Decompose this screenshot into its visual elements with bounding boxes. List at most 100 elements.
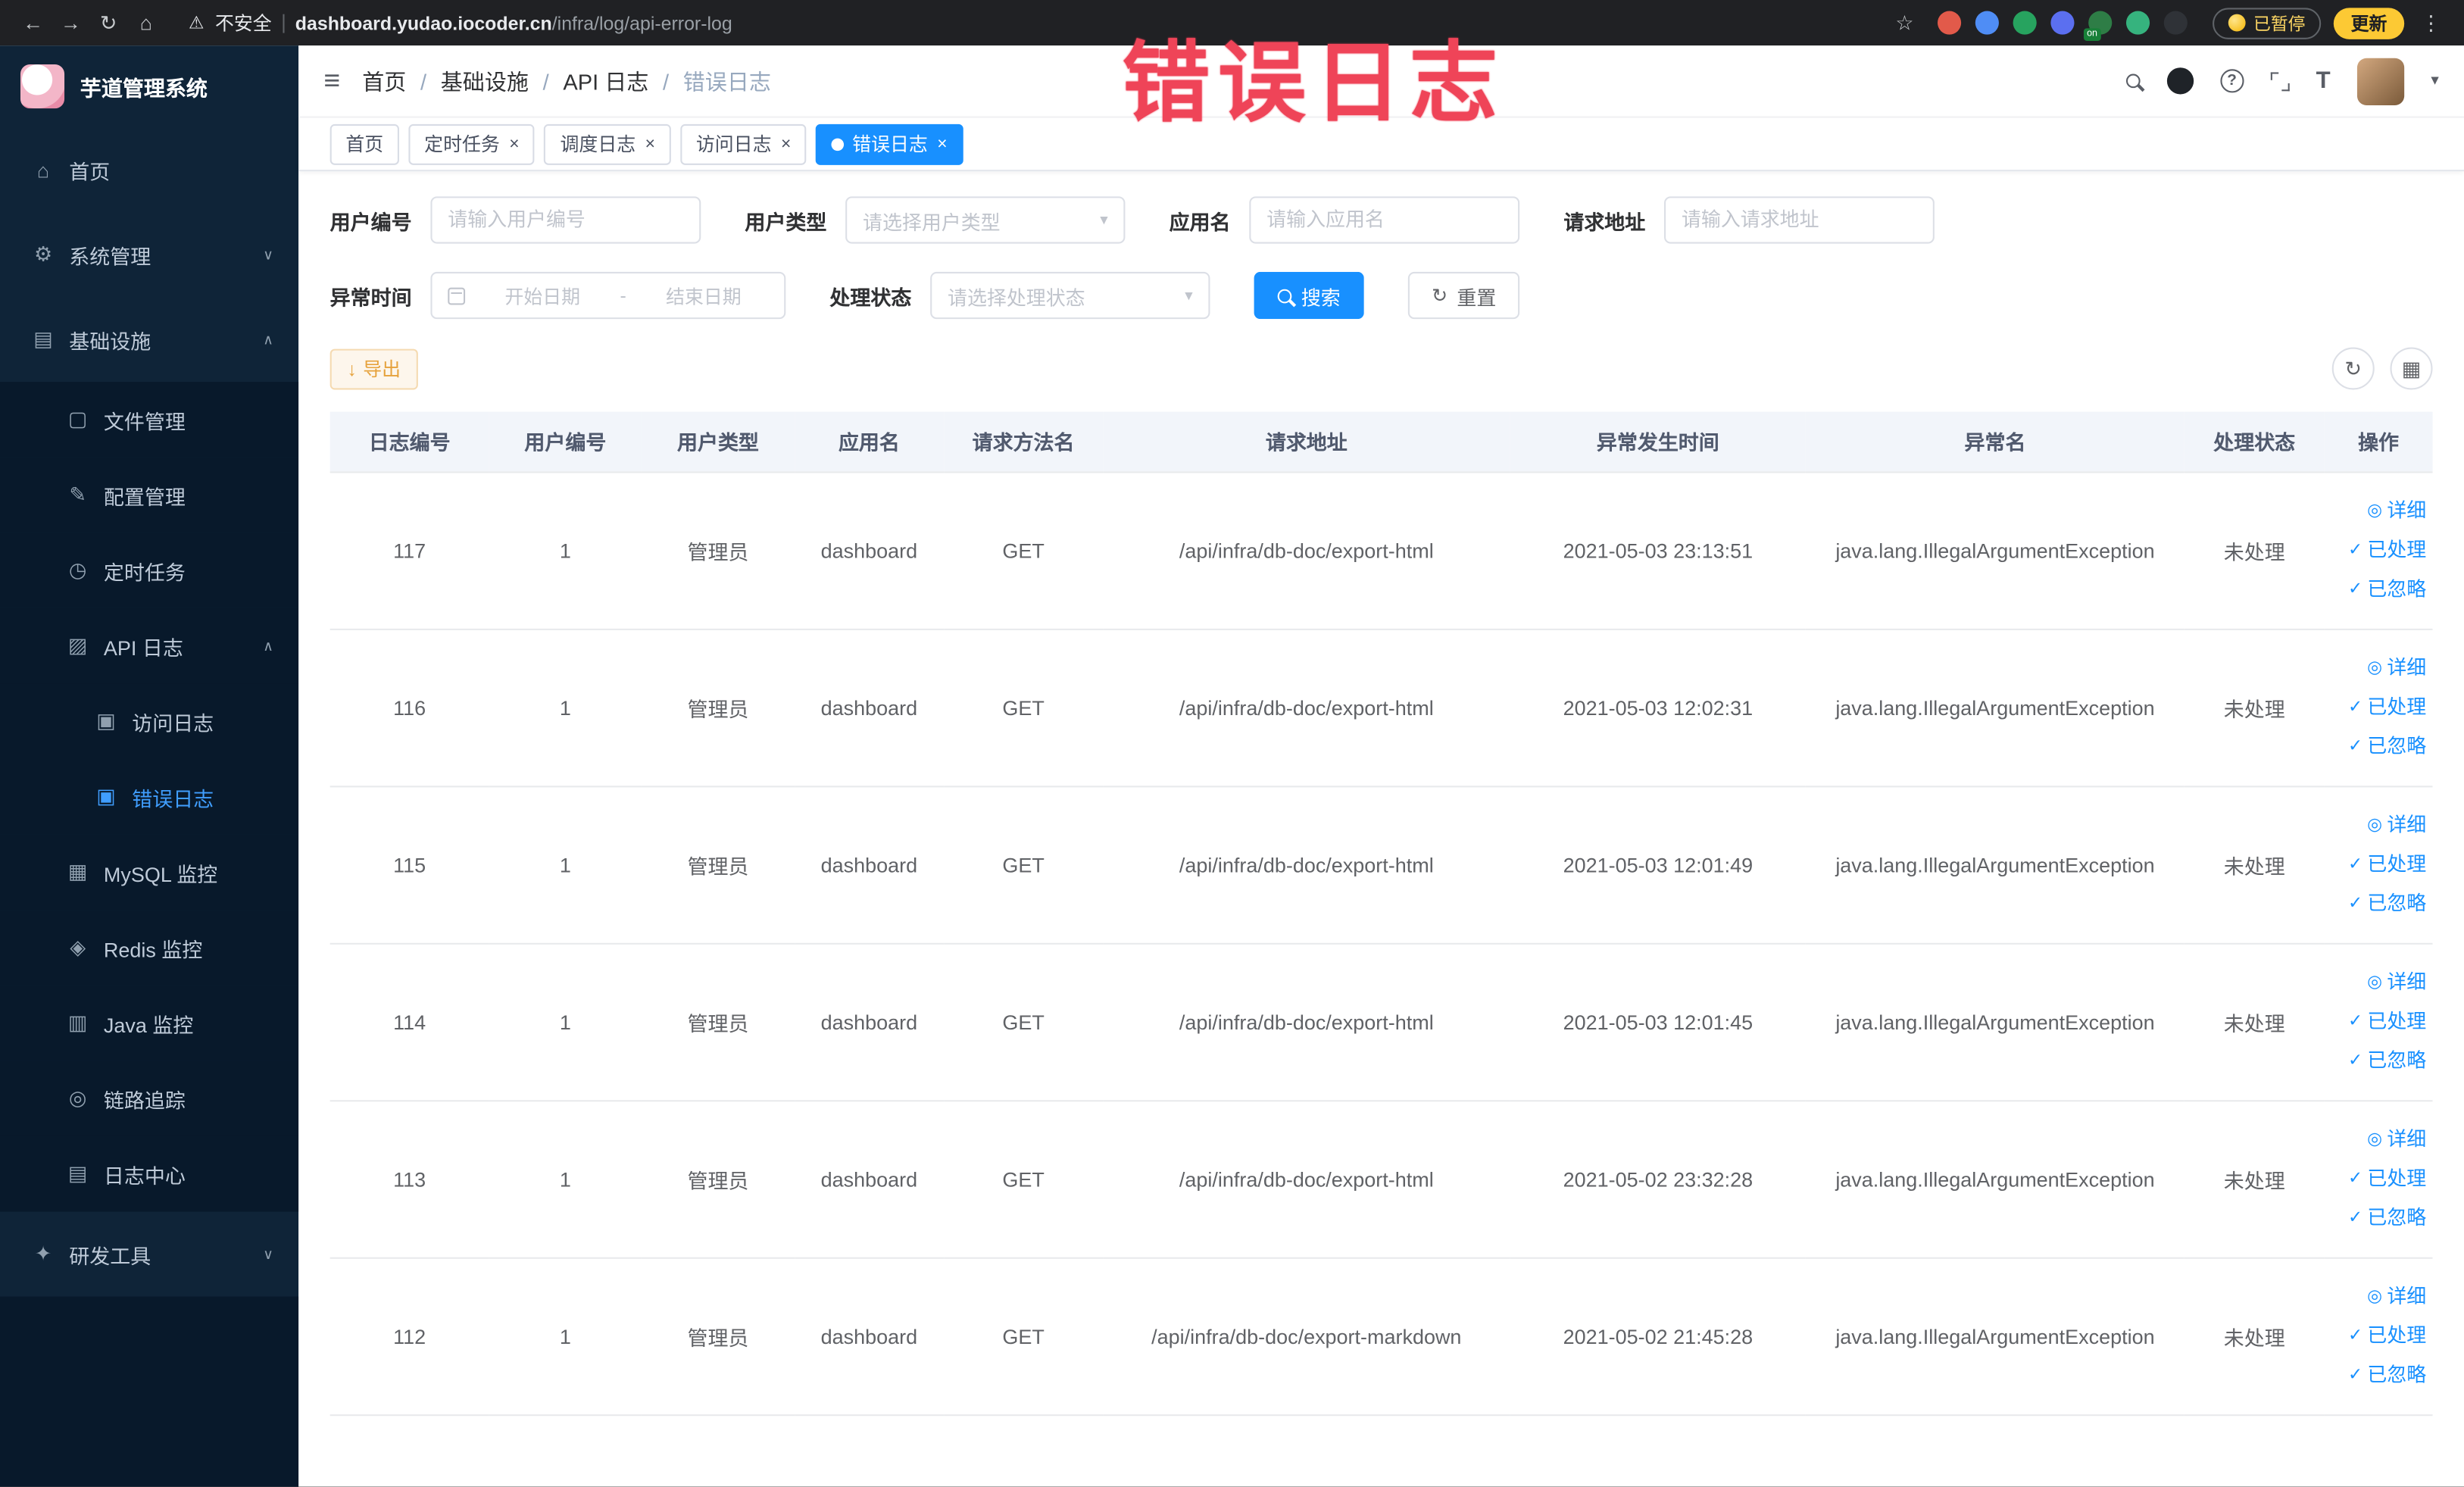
table-row: 117 1 管理员 dashboard GET/api/infra/db-doc/exp… (329, 471, 2433, 629)
close-icon[interactable]: × (781, 134, 791, 153)
breadcrumb-item[interactable]: API 日志 (563, 65, 648, 96)
reset-button[interactable]: ↻ 重置 (1407, 271, 1520, 320)
sidebar-item-job[interactable]: ◷ 定时任务 (0, 533, 299, 608)
font-size-icon[interactable]: T (2316, 67, 2331, 94)
sidebar-item-mysql[interactable]: ▦ MySQL 监控 (0, 834, 299, 911)
row-action-processed[interactable]: ✓ 已处理 (2334, 845, 2426, 884)
tab-home[interactable]: 首页 (329, 123, 399, 164)
reload-icon[interactable]: ↻ (91, 5, 126, 40)
breadcrumb-item: 错误日志 (682, 68, 771, 94)
back-icon[interactable]: ← (16, 5, 51, 40)
close-icon[interactable]: × (937, 134, 947, 153)
row-action-detail[interactable]: ◎ 详细 (2334, 963, 2426, 1002)
extension-icon[interactable] (1975, 11, 1999, 35)
request-url-input[interactable] (1664, 196, 1935, 244)
sidebar-item-home[interactable]: ⌂ 首页 (0, 127, 298, 212)
tab-job-log[interactable]: 调度日志 × (544, 123, 671, 164)
row-action-processed[interactable]: ✓ 已处理 (2334, 1002, 2426, 1042)
cell-actions: ◎ 详细 ✓ 已处理 ✓ 已忽略 (2324, 942, 2433, 1101)
search-icon[interactable] (2125, 73, 2141, 89)
sidebar-item-api-log[interactable]: ▨ API 日志 ∧ (0, 608, 299, 684)
row-action-ignored[interactable]: ✓ 已忽略 (2334, 1198, 2426, 1238)
sidebar-item-access-log[interactable]: ▣ 访问日志 (0, 683, 299, 760)
row-action-ignored[interactable]: ✓ 已忽略 (2334, 884, 2426, 923)
row-action-ignored[interactable]: ✓ 已忽略 (2334, 727, 2426, 767)
tab-label: 定时任务 (424, 133, 500, 156)
extension-icon[interactable] (1938, 11, 1962, 35)
paused-badge[interactable]: 已暂停 (2213, 7, 2322, 39)
cell-actions: ◎ 详细 ✓ 已处理 ✓ 已忽略 (2324, 786, 2433, 944)
filter-label: 应用名 (1169, 209, 1231, 234)
cell-time: 2021-05-03 23:13:51 (1510, 471, 1807, 629)
row-action-detail[interactable]: ◎ 详细 (2334, 648, 2426, 688)
column-settings-button[interactable]: ▦ (2390, 347, 2433, 390)
close-icon[interactable]: × (645, 134, 655, 153)
sidebar-item-redis[interactable]: ◈ Redis 监控 (0, 910, 299, 986)
search-icon (1277, 288, 1292, 303)
process-status-select[interactable]: 请选择处理状态 ▾ (930, 271, 1210, 320)
close-icon[interactable]: × (509, 134, 519, 153)
tab-error-log[interactable]: 错误日志 × (816, 123, 963, 164)
update-button[interactable]: 更新 (2333, 7, 2405, 39)
action-label: 详细 (2387, 1285, 2427, 1307)
sidebar-item-config[interactable]: ✎ 配置管理 (0, 457, 299, 533)
extension-icon[interactable]: on (2083, 11, 2113, 41)
sidebar-item-dev-tools[interactable]: ✦ 研发工具 ∨ (0, 1212, 298, 1297)
row-action-detail[interactable]: ◎ 详细 (2334, 1277, 2426, 1317)
row-action-detail[interactable]: ◎ 详细 (2334, 1120, 2426, 1159)
sidebar-item-system[interactable]: ⚙ 系统管理 ∨ (0, 212, 298, 297)
home-icon[interactable]: ⌂ (129, 5, 164, 40)
sidebar-item-trace[interactable]: ◎ 链路追踪 (0, 1061, 299, 1136)
row-action-detail[interactable]: ◎ 详细 (2334, 805, 2426, 845)
row-action-processed[interactable]: ✓ 已处理 (2334, 688, 2426, 727)
app-logo[interactable]: 芋道管理系统 (0, 45, 298, 127)
filter-label: 请求地址 (1563, 209, 1646, 234)
sidebar-item-error-log[interactable]: ▣ 错误日志 (0, 759, 299, 835)
row-action-ignored[interactable]: ✓ 已忽略 (2334, 1355, 2426, 1395)
breadcrumb-item[interactable]: 基础设施 (441, 65, 529, 96)
cell-user_type: 管理员 (642, 628, 795, 787)
fullscreen-icon[interactable] (2270, 71, 2290, 91)
caret-down-icon[interactable]: ▾ (2431, 72, 2438, 89)
user-avatar[interactable] (2356, 57, 2405, 105)
extension-icon[interactable] (2013, 11, 2037, 35)
filter-label: 用户类型 (745, 209, 827, 234)
action-label: 已忽略 (2367, 892, 2427, 914)
tab-job[interactable]: 定时任务 × (408, 123, 536, 164)
bookmark-star-icon[interactable]: ☆ (1888, 5, 1922, 40)
search-button[interactable]: 搜索 (1254, 271, 1364, 320)
row-action-detail[interactable]: ◎ 详细 (2334, 491, 2426, 530)
refresh-button[interactable]: ↻ (2331, 347, 2375, 390)
sidebar-item-java[interactable]: ▥ Java 监控 (0, 985, 299, 1061)
cell-method: GET (944, 1257, 1104, 1416)
row-action-ignored[interactable]: ✓ 已忽略 (2334, 570, 2426, 609)
column-header: 用户编号 (489, 411, 642, 473)
user-type-select[interactable]: 请选择用户类型 ▾ (845, 196, 1126, 244)
collapse-sidebar-icon[interactable]: ≡ (323, 64, 340, 98)
extension-icon[interactable] (2050, 11, 2075, 35)
app-name-input[interactable] (1249, 196, 1520, 244)
row-action-processed[interactable]: ✓ 已处理 (2334, 1316, 2426, 1355)
sidebar-item-infra[interactable]: ▤ 基础设施 ∧ (0, 297, 298, 382)
extension-icon[interactable] (2163, 11, 2188, 35)
row-action-ignored[interactable]: ✓ 已忽略 (2334, 1041, 2426, 1080)
forward-icon[interactable]: → (54, 5, 89, 40)
sidebar-item-log-center[interactable]: ▤ 日志中心 (0, 1136, 299, 1212)
user-id-input[interactable] (430, 196, 701, 244)
check-icon: ✓ (2348, 1050, 2363, 1070)
breadcrumb-item[interactable]: 首页 (362, 65, 406, 96)
right-toolbar: ↻ ▦ (2331, 347, 2433, 390)
tab-access-log[interactable]: 访问日志 × (680, 123, 807, 164)
extension-icon[interactable] (2125, 11, 2150, 35)
breadcrumb: 首页 / 基础设施 / API 日志 / 错误日志 (362, 65, 771, 96)
address-bar[interactable]: ⚠ 不安全 dashboard.yudao.iocoder.cn/infra/l… (180, 5, 1872, 40)
help-icon[interactable]: ? (2220, 69, 2244, 93)
row-action-processed[interactable]: ✓ 已处理 (2334, 1159, 2426, 1198)
github-icon[interactable] (2166, 67, 2194, 95)
exception-time-range-picker[interactable]: 开始日期 - 结束日期 (430, 271, 786, 320)
browser-menu-icon[interactable]: ⋮ (2414, 5, 2449, 40)
row-action-processed[interactable]: ✓ 已处理 (2334, 530, 2426, 570)
sidebar-item-file[interactable]: ▢ 文件管理 (0, 382, 299, 458)
export-button[interactable]: ↓ 导出 (329, 348, 418, 389)
cell-status: 未处理 (2184, 471, 2325, 629)
